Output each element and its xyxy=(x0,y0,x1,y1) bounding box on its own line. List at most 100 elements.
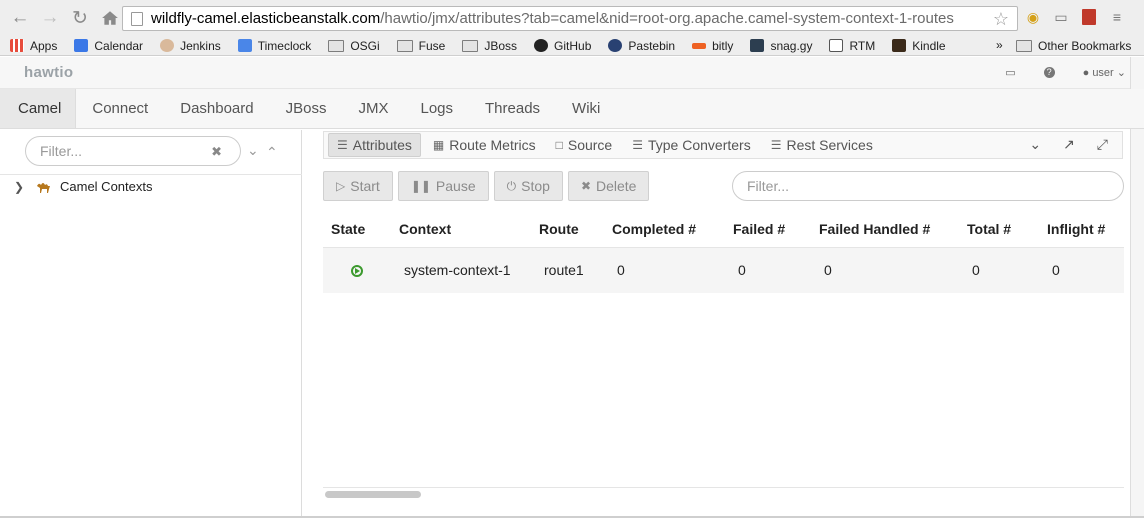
fullscreen-icon[interactable]: ⤢ xyxy=(1097,136,1108,153)
bookmark-label: Calendar xyxy=(94,38,144,53)
other-bookmarks[interactable]: Other Bookmarks xyxy=(1016,36,1131,56)
bookmark-kindle[interactable]: Kindle xyxy=(892,38,946,53)
hawtio-logo[interactable]: hawtio xyxy=(24,64,73,81)
cast-icon[interactable]: ▭ xyxy=(1052,8,1070,26)
subtab-route-metrics[interactable]: ▦ Route Metrics xyxy=(425,133,544,157)
user-menu[interactable]: ● user ⌄ xyxy=(1083,66,1126,79)
table-filter-input[interactable]: Filter... xyxy=(732,171,1124,201)
tab-jmx[interactable]: JMX xyxy=(342,89,404,128)
folder-icon xyxy=(396,39,413,52)
bookmark-label: Pastebin xyxy=(628,38,676,53)
bookmark-osgi[interactable]: OSGi xyxy=(328,39,380,53)
bookmark-bitly[interactable]: bitly xyxy=(692,39,733,53)
tab-dashboard[interactable]: Dashboard xyxy=(164,89,269,128)
back-icon[interactable]: ← xyxy=(8,6,32,30)
home-icon[interactable] xyxy=(98,6,122,30)
bookmark-timeclock[interactable]: Timeclock xyxy=(237,39,311,53)
bookmark-github[interactable]: GitHub xyxy=(534,39,591,53)
subtab-source[interactable]: □ Source xyxy=(548,133,621,157)
folder-icon xyxy=(328,39,345,52)
chevron-down-icon[interactable]: ⌄ xyxy=(1029,136,1041,153)
help-icon[interactable]: ? xyxy=(1043,67,1055,78)
url-bar[interactable]: wildfly-camel.elasticbeanstalk.com/hawti… xyxy=(122,6,1018,31)
column-header[interactable]: State xyxy=(331,221,365,237)
subtab-attributes[interactable]: ☰ Attributes xyxy=(328,133,421,157)
reload-icon[interactable]: ↻ xyxy=(68,6,92,30)
tab-jboss[interactable]: JBoss xyxy=(270,89,343,128)
table-horizontal-scrollbar[interactable] xyxy=(323,487,1124,500)
bookmark-fuse[interactable]: Fuse xyxy=(396,39,445,53)
jenkins-icon xyxy=(160,39,175,52)
tree-filter-placeholder: Filter... xyxy=(40,143,83,159)
bookmarks-overflow-button[interactable]: » xyxy=(996,38,1003,52)
column-header[interactable]: Failed # xyxy=(733,221,785,237)
stop-button[interactable]: ⏻ Stop xyxy=(493,171,563,201)
cell-failed: 0 xyxy=(738,262,746,278)
tree-divider xyxy=(0,174,302,175)
chevron-right-icon[interactable]: ❯ xyxy=(14,180,28,194)
bookmark-pastebin[interactable]: Pastebin xyxy=(608,39,675,53)
stop-label: Stop xyxy=(521,178,550,194)
subtab-rest-services[interactable]: ☰ Rest Services xyxy=(763,133,881,157)
column-header[interactable]: Failed Handled # xyxy=(819,221,930,237)
column-header[interactable]: Inflight # xyxy=(1047,221,1105,237)
menu-icon[interactable]: ≡ xyxy=(1108,8,1126,26)
tab-camel[interactable]: Camel xyxy=(0,89,77,128)
bookmark-label: JBoss xyxy=(484,38,518,53)
cell-context: system-context-1 xyxy=(404,262,511,278)
bookmark-star-icon[interactable]: ☆ xyxy=(993,9,1009,30)
folder-icon xyxy=(462,39,479,52)
share-icon[interactable]: ↗ xyxy=(1063,136,1075,153)
forward-icon[interactable]: → xyxy=(38,6,62,30)
tree-node-camel-contexts[interactable]: ❯ Camel Contexts xyxy=(14,179,152,194)
header-right: ▭ ? ● user ⌄ xyxy=(977,66,1130,79)
column-header[interactable]: Completed # xyxy=(612,221,696,237)
cell-inflight: 0 xyxy=(1052,262,1060,278)
tab-logs[interactable]: Logs xyxy=(404,89,469,128)
lastpass-icon[interactable]: ◉ xyxy=(1024,8,1042,26)
delete-button[interactable]: ✖ Delete xyxy=(567,171,650,201)
tab-threads[interactable]: Threads xyxy=(469,89,556,128)
camel-icon xyxy=(37,182,50,193)
bookmark-label: Jenkins xyxy=(180,38,221,53)
hawtio-header: hawtio ▭ ? ● user ⌄ xyxy=(0,57,1130,89)
bookmark-apps[interactable]: Apps xyxy=(10,39,57,53)
column-header[interactable]: Route xyxy=(539,221,579,237)
collapse-all-icon[interactable]: ⌄ xyxy=(247,142,259,159)
bookmark-jenkins[interactable]: Jenkins xyxy=(160,39,221,53)
tab-connect[interactable]: Connect xyxy=(76,89,164,128)
clear-filter-icon[interactable]: ✖ xyxy=(211,144,222,160)
started-status-icon xyxy=(351,265,363,277)
monitor-icon[interactable]: ▭ xyxy=(1005,66,1015,79)
delete-label: Delete xyxy=(596,178,637,194)
subtab-type-converters[interactable]: ☰ Type Converters xyxy=(624,133,758,157)
kindle-icon xyxy=(892,39,907,52)
folder-icon xyxy=(1016,40,1032,52)
pause-label: Pause xyxy=(435,178,476,194)
github-icon xyxy=(534,39,549,52)
tree-node-label: Camel Contexts xyxy=(60,179,153,194)
bookmark-jboss[interactable]: JBoss xyxy=(462,39,517,53)
scrollbar-thumb[interactable] xyxy=(325,491,421,498)
close-icon: ✖ xyxy=(580,179,591,193)
extension-red-icon[interactable] xyxy=(1080,8,1098,26)
table-row[interactable]: system-context-1 route1 0 0 0 0 0 xyxy=(323,248,1124,293)
bookmark-snaggy[interactable]: snag.gy xyxy=(750,39,812,53)
tree-filter-input[interactable]: Filter... ✖ xyxy=(25,136,241,166)
bookmark-label: snag.gy xyxy=(770,38,813,53)
bookmark-calendar[interactable]: Calendar xyxy=(74,39,143,53)
column-header[interactable]: Context xyxy=(399,221,451,237)
bookmark-label: bitly xyxy=(712,38,734,53)
bookmark-rtm[interactable]: RTM xyxy=(829,39,875,53)
tab-wiki[interactable]: Wiki xyxy=(556,89,616,128)
column-header[interactable]: Total # xyxy=(967,221,1011,237)
bookmark-label: Kindle xyxy=(912,38,946,53)
expand-all-icon[interactable]: ⌃ xyxy=(266,144,278,161)
start-label: Start xyxy=(350,178,380,194)
pause-button[interactable]: ❚❚ Pause xyxy=(397,171,489,201)
subtab-label: Type Converters xyxy=(647,137,751,153)
sub-tabs: ☰ Attributes ▦ Route Metrics □ Source ☰ … xyxy=(323,131,1123,159)
start-button[interactable]: ▷ Start xyxy=(323,171,393,201)
fedora-icon xyxy=(608,39,623,52)
page-icon xyxy=(131,11,143,26)
